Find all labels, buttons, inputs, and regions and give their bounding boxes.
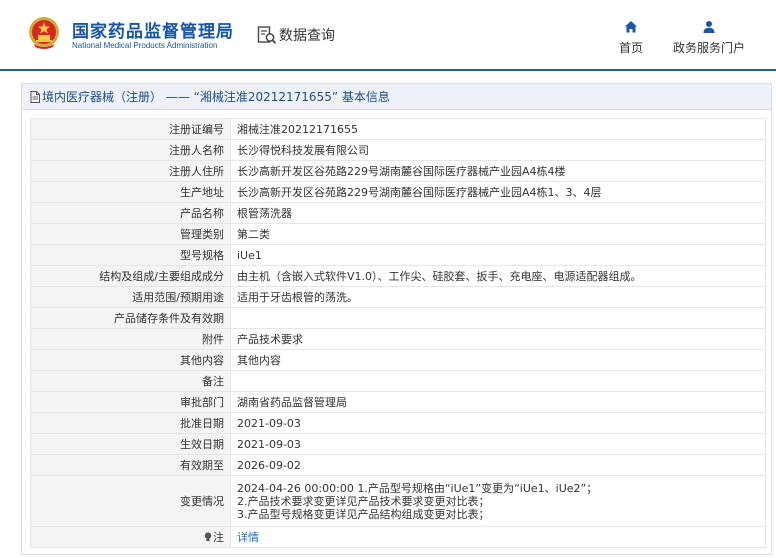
- table-row: 有效期至 2026-09-02: [30, 454, 766, 476]
- field-value: 2026-09-02: [230, 454, 766, 476]
- field-label: 变更情况: [30, 475, 231, 527]
- table-row: 管理类别 第二类: [30, 223, 766, 245]
- field-value: 由主机（含嵌入式软件V1.0）、工作尖、硅胶套、扳手、充电座、电源适配器组成。: [230, 265, 766, 287]
- field-value: 适用于牙齿根管的荡洗。: [230, 286, 766, 308]
- table-row: 产品储存条件及有效期: [30, 307, 766, 329]
- data-search-link[interactable]: 数据查询: [257, 24, 335, 46]
- field-label: 审批部门: [30, 391, 231, 413]
- document-icon: [30, 90, 40, 103]
- table-row: 型号规格 iUe1: [30, 244, 766, 266]
- field-value: 湖南省药品监督管理局: [230, 391, 766, 413]
- field-value: [230, 370, 766, 392]
- field-label: 生产地址: [30, 181, 231, 203]
- table-row: 结构及组成/主要组成成分 由主机（含嵌入式软件V1.0）、工作尖、硅胶套、扳手、充…: [30, 265, 766, 287]
- field-label: 注册人住所: [30, 160, 231, 182]
- field-label: 注册证编号: [30, 118, 231, 140]
- field-value: [230, 307, 766, 329]
- field-value: 产品技术要求: [230, 328, 766, 350]
- header-divider: [0, 69, 776, 71]
- nav-home-label: 首页: [619, 41, 644, 55]
- field-label: 管理类别: [30, 223, 231, 245]
- field-label: 适用范围/预期用途: [30, 286, 231, 308]
- table-row: 审批部门 湖南省药品监督管理局: [30, 391, 766, 413]
- table-row: 适用范围/预期用途 适用于牙齿根管的荡洗。: [30, 286, 766, 308]
- nav-home[interactable]: 首页: [619, 20, 643, 56]
- field-label: 备注: [30, 370, 231, 392]
- change-line: 3.产品型号规格变更详见产品结构组成变更对比表；: [237, 507, 490, 521]
- table-row: 注册人住所 长沙高新开发区谷苑路229号湖南麓谷国际医疗器械产业园A4栋4楼: [30, 160, 766, 182]
- field-label: 注: [213, 530, 224, 544]
- field-value: 第二类: [230, 223, 766, 245]
- table-row: 注册人名称 长沙得悦科技发展有限公司: [30, 139, 766, 161]
- field-value: 长沙高新开发区谷苑路229号湖南麓谷国际医疗器械产业园A4栋1、3、4层: [230, 181, 766, 203]
- brand-title: 国家药品监督管理局: [72, 22, 234, 42]
- data-search-label: 数据查询: [279, 28, 335, 44]
- note-label-cell: 注: [30, 526, 231, 548]
- field-label: 批准日期: [30, 412, 231, 434]
- field-value: 湘械注准20212171655: [230, 118, 766, 140]
- field-value: 2021-09-03: [230, 412, 766, 434]
- table-row: 批准日期 2021-09-03: [30, 412, 766, 434]
- table-row: 生产地址 长沙高新开发区谷苑路229号湖南麓谷国际医疗器械产业园A4栋1、3、4层: [30, 181, 766, 203]
- detail-panel: 境内医疗器械（注册） —— “湘械注准20212171655” 基本信息 注册证…: [21, 83, 772, 555]
- field-label: 结构及组成/主要组成成分: [30, 265, 231, 287]
- nav-portal[interactable]: 政务服务门户: [673, 20, 745, 56]
- user-icon: [703, 21, 715, 33]
- note-value-cell: 详情: [230, 526, 766, 548]
- field-label: 有效期至: [30, 454, 231, 476]
- data-search-icon: [257, 26, 277, 44]
- change-line: 2.产品技术要求变更详见产品技术要求变更对比表；: [237, 494, 490, 508]
- field-value: 其他内容: [230, 349, 766, 371]
- home-icon: [625, 21, 637, 33]
- field-label: 注册人名称: [30, 139, 231, 161]
- panel-title-bar: 境内医疗器械（注册） —— “湘械注准20212171655” 基本信息: [22, 84, 771, 110]
- field-label: 其他内容: [30, 349, 231, 371]
- table-row: 注册证编号 湘械注准20212171655: [30, 118, 766, 140]
- field-label: 产品储存条件及有效期: [30, 307, 231, 329]
- table-row-change: 变更情况 2024-04-26 00:00:00 1.产品型号规格由“iUe1”…: [30, 475, 766, 527]
- field-value: 长沙得悦科技发展有限公司: [230, 139, 766, 161]
- brand-subtitle: National Medical Products Administration: [72, 41, 218, 50]
- national-emblem-icon: [29, 17, 59, 49]
- table-row: 备注: [30, 370, 766, 392]
- table-row: 其他内容 其他内容: [30, 349, 766, 371]
- field-value: 2021-09-03: [230, 433, 766, 455]
- field-value: 根管荡洗器: [230, 202, 766, 224]
- site-header: 国家药品监督管理局 National Medical Products Admi…: [0, 0, 776, 71]
- table-row: 产品名称 根管荡洗器: [30, 202, 766, 224]
- table-row-note: 注 详情: [30, 526, 766, 548]
- field-label: 附件: [30, 328, 231, 350]
- change-line: 2024-04-26 00:00:00 1.产品型号规格由“iUe1”变更为“i…: [237, 481, 598, 495]
- field-label: 生效日期: [30, 433, 231, 455]
- lightbulb-icon: [204, 531, 212, 541]
- field-label: 产品名称: [30, 202, 231, 224]
- table-row: 生效日期 2021-09-03: [30, 433, 766, 455]
- table-row: 附件 产品技术要求: [30, 328, 766, 350]
- details-link[interactable]: 详情: [237, 531, 259, 544]
- panel-title: 境内医疗器械（注册） —— “湘械注准20212171655” 基本信息: [42, 90, 390, 104]
- info-table: 注册证编号 湘械注准20212171655 注册人名称 长沙得悦科技发展有限公司 注…: [30, 118, 766, 548]
- change-history: 2024-04-26 00:00:00 1.产品型号规格由“iUe1”变更为“i…: [230, 475, 766, 527]
- nav-portal-label: 政务服务门户: [673, 41, 746, 55]
- field-label: 型号规格: [30, 244, 231, 266]
- field-value: iUe1: [230, 244, 766, 266]
- field-value: 长沙高新开发区谷苑路229号湖南麓谷国际医疗器械产业园A4栋4楼: [230, 160, 766, 182]
